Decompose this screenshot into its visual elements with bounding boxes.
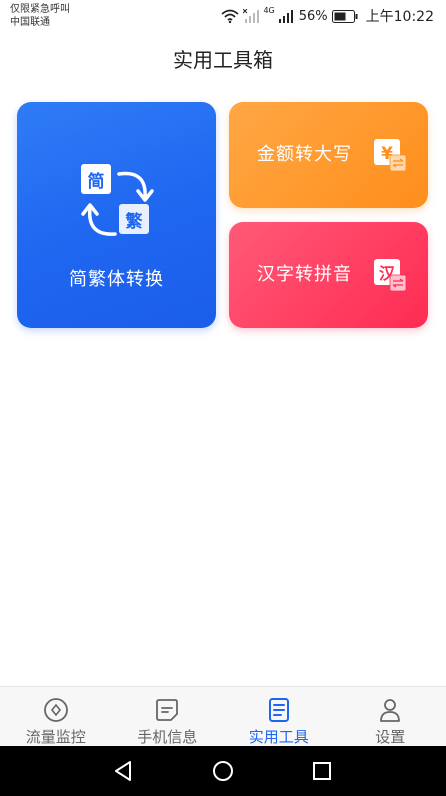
hanzi-to-pinyin-card[interactable]: 汉字转拼音 汉 (229, 222, 428, 328)
battery-percent: 56% (298, 8, 328, 24)
home-button[interactable] (193, 746, 253, 796)
hanzi-convert-icon: 汉 (374, 259, 407, 292)
status-indicators: 4G 56% 上午10:22 (221, 6, 434, 26)
yuan-convert-icon: ¥ (374, 139, 407, 172)
phone-info-icon (156, 699, 179, 721)
simp-trad-convert-card[interactable]: 简 繁 简繁体转换 (17, 102, 216, 328)
signal-icon (278, 10, 293, 23)
nav-tools[interactable]: 实用工具 (223, 687, 335, 747)
hanzi-to-pinyin-label: 汉字转拼音 (257, 264, 352, 285)
back-triangle-icon (115, 761, 131, 781)
clock: 上午10:22 (365, 9, 434, 25)
battery-icon (331, 9, 358, 23)
home-circle-icon (213, 761, 233, 781)
nav-settings[interactable]: 设置 (335, 687, 446, 747)
tools-icon (268, 698, 289, 722)
simp-trad-convert-icon: 简 繁 (81, 164, 155, 240)
recents-square-icon (313, 762, 331, 780)
back-button[interactable] (93, 746, 153, 796)
amount-to-uppercase-label: 金额转大写 (257, 144, 352, 165)
nav-label-tools: 实用工具 (248, 728, 309, 746)
status-carrier-text: 仅限紧急呼叫 中国联通 (10, 3, 70, 29)
signal-disabled-icon (243, 9, 260, 23)
bottom-navigation: 流量监控 手机信息 实用工具 设置 (0, 686, 446, 747)
status-bar: 仅限紧急呼叫 中国联通 4G 56% 上午10:22 (0, 0, 446, 34)
carrier-name: 中国联通 (10, 17, 50, 28)
recents-button[interactable] (292, 746, 352, 796)
wifi-icon (221, 9, 240, 23)
network-type-label: 4G (263, 6, 275, 15)
nav-traffic-monitor[interactable]: 流量监控 (0, 687, 112, 747)
user-settings-icon (380, 699, 401, 722)
page-title: 实用工具箱 (173, 48, 273, 72)
nav-label-phone-info: 手机信息 (137, 728, 198, 746)
nav-label-traffic-monitor: 流量监控 (25, 728, 86, 746)
simp-trad-convert-label: 简繁体转换 (69, 269, 164, 290)
nav-phone-info[interactable]: 手机信息 (112, 687, 224, 747)
nav-label-settings: 设置 (375, 728, 406, 746)
system-nav-bar (0, 746, 446, 796)
traffic-monitor-icon (43, 698, 68, 722)
arrow-clockwise-icon (81, 171, 154, 236)
amount-to-uppercase-card[interactable]: 金额转大写 ¥ (229, 102, 428, 208)
emergency-only-text: 仅限紧急呼叫 (10, 4, 70, 15)
